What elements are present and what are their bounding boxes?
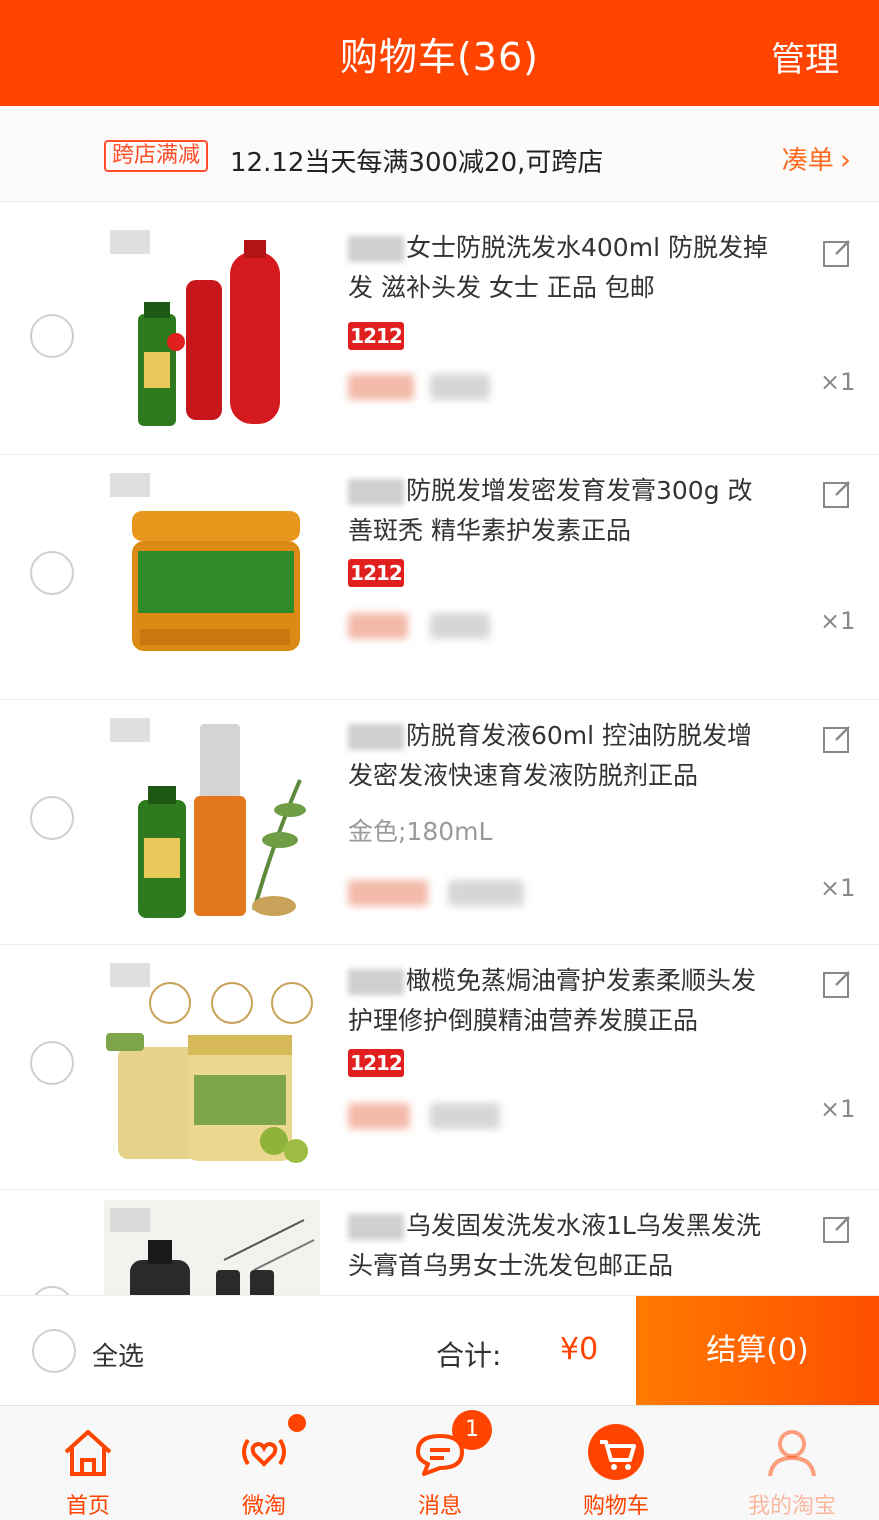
- brand-blur: [348, 969, 404, 995]
- item-quantity: ×1: [820, 1095, 856, 1123]
- cart-icon: [588, 1424, 644, 1480]
- checkout-button[interactable]: 结算(0): [636, 1296, 879, 1406]
- cart-item[interactable]: 防脱育发液60ml 控油防脱发增发密发液快速育发液防脱剂正品 金色;180mL …: [0, 700, 879, 945]
- edit-icon[interactable]: [822, 724, 852, 754]
- edit-icon[interactable]: [822, 1214, 852, 1244]
- item-select-checkbox[interactable]: [30, 1286, 74, 1295]
- product-title[interactable]: 乌发固发洗发水液1L乌发黑发洗头膏首乌男女士洗发包邮正品: [348, 1206, 768, 1286]
- price-blur: [348, 613, 498, 639]
- total-label: 合计:: [436, 1339, 502, 1372]
- product-title[interactable]: 橄榄免蒸焗油膏护发素柔顺头发护理修护倒膜精油营养发膜正品: [348, 961, 768, 1041]
- promo-1212-badge: 1212: [348, 322, 404, 350]
- page-title: 购物车(36): [339, 35, 539, 79]
- brand-blur: [348, 1214, 404, 1240]
- product-image[interactable]: [104, 465, 320, 681]
- promo-text: 12.12当天每满300减20,可跨店: [230, 148, 604, 178]
- cart-item[interactable]: 女士防脱洗发水400ml 防脱发掉发 滋补头发 女士 正品 包邮 1212 ×1: [0, 210, 879, 455]
- item-select-checkbox[interactable]: [30, 1041, 74, 1085]
- notification-dot: [288, 1414, 306, 1432]
- message-count-badge: 1: [452, 1410, 492, 1450]
- add-items-label: 凑单: [781, 146, 834, 176]
- tab-cart[interactable]: 购物车: [528, 1406, 704, 1520]
- tab-weitao-label: 微淘: [241, 1494, 286, 1519]
- edit-icon[interactable]: [822, 969, 852, 999]
- manage-button[interactable]: 管理: [771, 32, 839, 81]
- brand-blur: [348, 236, 404, 262]
- promo-1212-badge: 1212: [348, 559, 404, 587]
- product-sku[interactable]: 金色;180mL: [348, 812, 492, 848]
- cart-item[interactable]: 防脱发增发密发育发膏300g 改善斑秃 精华素护发素正品 1212 ×1: [0, 455, 879, 700]
- product-image[interactable]: [104, 710, 320, 926]
- cart-item[interactable]: 橄榄免蒸焗油膏护发素柔顺头发护理修护倒膜精油营养发膜正品 1212 ×1: [0, 945, 879, 1190]
- top-bar: 购物车(36) 管理: [0, 0, 879, 106]
- item-select-checkbox[interactable]: [30, 314, 74, 358]
- tab-profile-label: 我的淘宝: [747, 1494, 836, 1519]
- tab-messages[interactable]: 1 消息: [352, 1406, 528, 1520]
- tab-profile[interactable]: 我的淘宝: [704, 1406, 879, 1520]
- item-select-checkbox[interactable]: [30, 551, 74, 595]
- product-image[interactable]: [104, 222, 320, 438]
- tab-messages-label: 消息: [417, 1494, 462, 1519]
- promo-tag: 跨店满减: [104, 140, 209, 172]
- cart-item-list[interactable]: 女士防脱洗发水400ml 防脱发掉发 滋补头发 女士 正品 包邮 1212 ×1…: [0, 202, 879, 1295]
- bottom-tab-bar: 首页 微淘 1 消息 购物车 我的淘宝: [0, 1405, 879, 1520]
- add-items-link[interactable]: 凑单 ›: [782, 140, 851, 177]
- checkout-bar: 全选 合计: ¥0 结算(0): [0, 1295, 879, 1406]
- tab-home[interactable]: 首页: [0, 1406, 176, 1520]
- item-select-checkbox[interactable]: [30, 796, 74, 840]
- tab-cart-label: 购物车: [582, 1494, 649, 1519]
- brand-blur: [348, 479, 404, 505]
- brand-blur: [348, 724, 404, 750]
- product-image[interactable]: [104, 955, 320, 1171]
- total-value: ¥0: [560, 1332, 599, 1367]
- item-quantity: ×1: [820, 874, 856, 902]
- price-blur: [348, 880, 524, 906]
- product-image[interactable]: [104, 1200, 320, 1295]
- promo-banner[interactable]: 跨店满减 12.12当天每满300减20,可跨店 凑单 ›: [0, 106, 879, 202]
- tab-weitao[interactable]: 微淘: [176, 1406, 352, 1520]
- product-title[interactable]: 防脱发增发密发育发膏300g 改善斑秃 精华素护发素正品: [348, 471, 768, 551]
- select-all-label[interactable]: 全选: [92, 1336, 144, 1373]
- select-all-checkbox[interactable]: [32, 1329, 76, 1373]
- product-title[interactable]: 防脱育发液60ml 控油防脱发增发密发液快速育发液防脱剂正品: [348, 716, 768, 796]
- item-quantity: ×1: [820, 607, 856, 635]
- promo-1212-badge: 1212: [348, 1049, 404, 1077]
- item-quantity: ×1: [820, 368, 856, 396]
- tab-home-label: 首页: [65, 1494, 110, 1519]
- cart-item[interactable]: 乌发固发洗发水液1L乌发黑发洗头膏首乌男女士洗发包邮正品: [0, 1190, 879, 1295]
- edit-icon[interactable]: [822, 479, 852, 509]
- chevron-right-icon: ›: [839, 143, 851, 176]
- weitao-icon: [242, 1438, 286, 1467]
- profile-icon: [768, 1430, 816, 1477]
- price-blur: [348, 374, 498, 400]
- home-icon: [64, 1430, 112, 1476]
- product-title[interactable]: 女士防脱洗发水400ml 防脱发掉发 滋补头发 女士 正品 包邮: [348, 228, 768, 308]
- price-blur: [348, 1103, 500, 1129]
- edit-icon[interactable]: [822, 238, 852, 268]
